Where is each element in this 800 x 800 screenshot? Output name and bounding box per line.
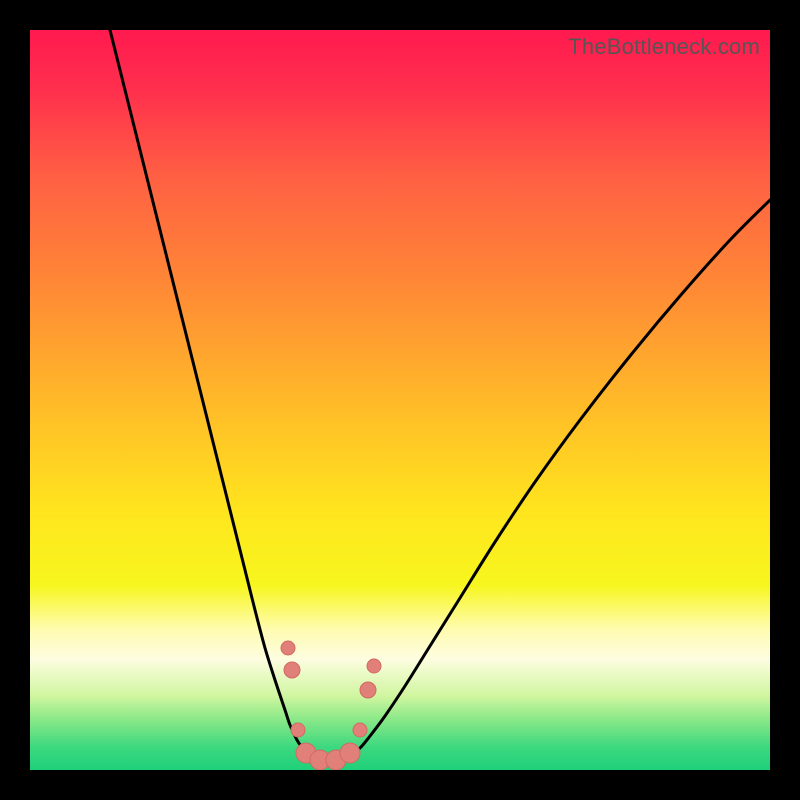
chart-background	[30, 30, 770, 770]
trough-marker	[291, 723, 305, 737]
trough-marker	[340, 743, 360, 763]
trough-marker	[284, 662, 300, 678]
bottleneck-chart	[30, 30, 770, 770]
watermark-text: TheBottleneck.com	[568, 34, 760, 60]
trough-marker	[353, 723, 367, 737]
chart-frame: TheBottleneck.com	[30, 30, 770, 770]
trough-marker	[281, 641, 295, 655]
trough-marker	[367, 659, 381, 673]
trough-marker	[360, 682, 376, 698]
